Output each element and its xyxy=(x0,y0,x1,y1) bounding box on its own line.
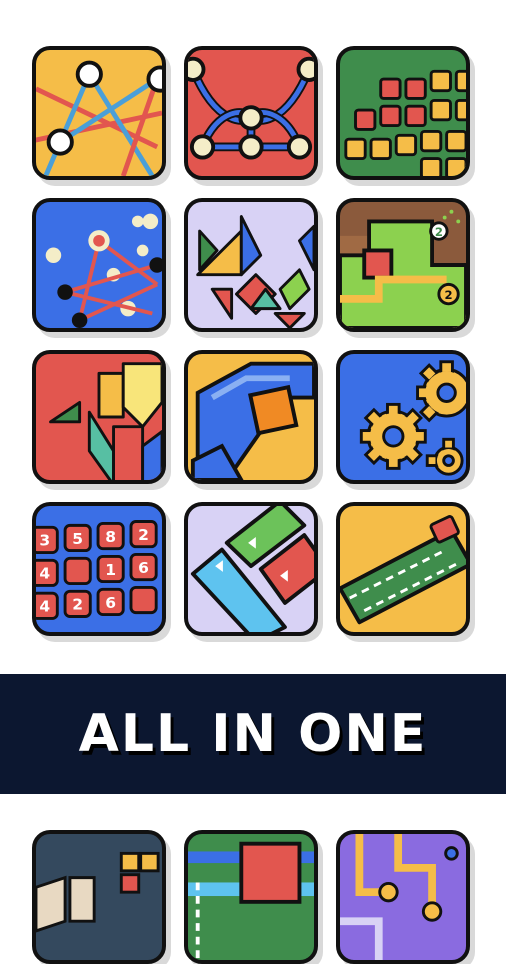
tangram-icon xyxy=(196,215,314,328)
number-cell: 1 xyxy=(105,561,116,579)
game-tile-block-fill[interactable] xyxy=(336,46,470,180)
game-tile-pipe-road[interactable] xyxy=(184,830,318,964)
number-cell: 6 xyxy=(138,559,149,577)
pipe-icon xyxy=(188,841,314,960)
unblock-icon xyxy=(190,506,314,632)
number-cell: 6 xyxy=(105,594,116,612)
number-cell: 3 xyxy=(39,532,50,550)
string-line-icon xyxy=(36,60,162,176)
snake-number-2: 2 xyxy=(445,288,453,302)
snake-icon: 2 2 xyxy=(340,209,466,328)
number-cell: 4 xyxy=(39,598,50,616)
block-puzzle-icon xyxy=(344,69,466,176)
gears-icon xyxy=(359,360,466,476)
number-cell: 4 xyxy=(39,565,50,583)
dots-lines-icon xyxy=(45,213,162,328)
circuit-icon xyxy=(340,834,459,960)
game-tile-dots-untangle[interactable] xyxy=(32,198,166,332)
game-tile-tangram[interactable] xyxy=(184,198,318,332)
game-tile-shape-fit[interactable] xyxy=(32,350,166,484)
game-tile-bookshelf[interactable] xyxy=(32,830,166,964)
banner-title: ALL IN ONE xyxy=(78,704,428,764)
blocks-icon xyxy=(36,851,160,933)
numbers-icon: 3 5 8 2 4 1 6 4 2 6 xyxy=(36,520,158,620)
shape-fit-icon xyxy=(49,362,162,480)
game-tile-untangle-web[interactable] xyxy=(184,46,318,180)
all-in-one-banner: ALL IN ONE xyxy=(0,674,506,794)
game-tile-maze-road[interactable] xyxy=(336,502,470,636)
game-tile-circuit[interactable] xyxy=(336,830,470,964)
snake-number-1: 2 xyxy=(435,225,443,239)
untangle-icon xyxy=(188,56,314,160)
number-cell: 2 xyxy=(72,596,83,614)
number-cell: 5 xyxy=(72,530,83,548)
game-tile-snake-path[interactable]: 2 2 xyxy=(336,198,470,332)
game-tile-gears[interactable] xyxy=(336,350,470,484)
slide-icon xyxy=(190,361,314,480)
game-tile-number-grid[interactable]: 3 5 8 2 4 1 6 4 2 6 xyxy=(32,502,166,636)
road-icon xyxy=(340,515,466,625)
number-cell: 2 xyxy=(138,526,149,544)
game-tile-unblock[interactable] xyxy=(184,502,318,636)
number-cell: 8 xyxy=(105,528,116,546)
game-tile-connect-lines[interactable] xyxy=(32,46,166,180)
game-tile-slide-block[interactable] xyxy=(184,350,318,484)
